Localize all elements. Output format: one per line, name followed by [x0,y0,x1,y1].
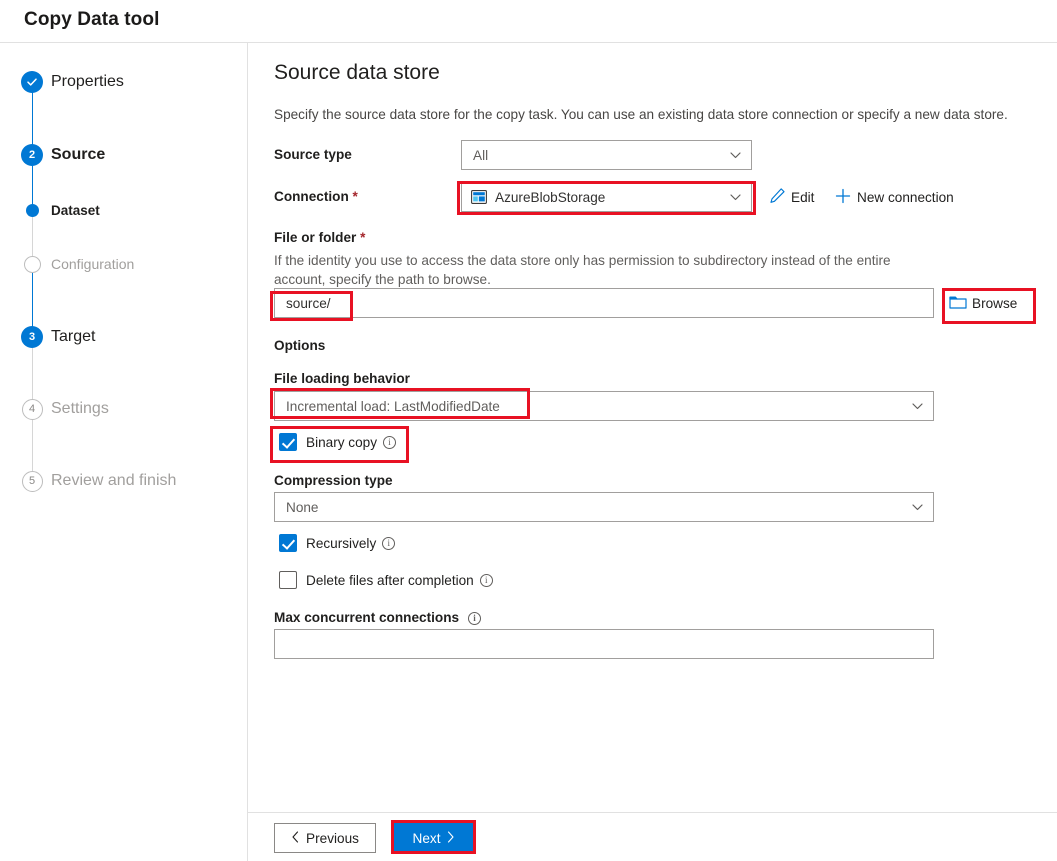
wizard-sidebar: Properties 2 Source Dataset Configuratio… [0,43,248,861]
chevron-down-icon [911,501,924,514]
page-title: Copy Data tool [24,9,160,30]
step-number-2: 2 [21,144,43,166]
chevron-down-icon [729,149,742,162]
sidebar-step-label-configuration: Configuration [51,256,135,272]
binary-copy-checkbox-row[interactable]: Binary copy i [279,433,397,451]
info-icon[interactable]: i [468,611,482,625]
copy-data-tool-window: Copy Data tool Properties 2 Source Datas… [0,0,1057,861]
folder-icon [949,294,967,313]
new-connection-label: New connection [857,189,954,205]
sidebar-step-label-source: Source [51,146,106,163]
chevron-right-icon [446,830,455,846]
check-icon [21,71,43,93]
source-type-dropdown[interactable]: All [461,140,752,170]
source-data-store-description: Specify the source data store for the co… [274,107,1008,122]
compression-type-value: None [286,499,319,515]
step-marker-source: 2 [20,143,44,167]
delete-files-checkbox[interactable] [279,571,297,589]
file-or-folder-help-text: If the identity you use to access the da… [274,253,891,287]
info-icon[interactable]: i [382,537,396,551]
chevron-left-icon [291,830,300,846]
delete-files-checkbox-row[interactable]: Delete files after completion i [279,571,493,589]
sidebar-step-label-dataset: Dataset [51,202,100,218]
options-section-label: Options [274,338,326,353]
sidebar-step-dataset[interactable]: Dataset [0,197,248,223]
required-marker: * [360,230,366,245]
compression-type-dropdown[interactable]: None [274,492,934,522]
plus-icon [834,187,852,208]
step-number-3: 3 [21,326,43,348]
step-marker-review: 5 [20,469,44,493]
browse-label: Browse [972,295,1018,311]
file-or-folder-label: File or folder * [274,230,365,245]
info-icon[interactable]: i [383,436,397,450]
circle-icon [23,255,41,273]
required-marker: * [352,189,358,204]
browse-button[interactable]: Browse [949,288,1017,318]
max-concurrent-connections-label: Max concurrent connections i [274,610,482,625]
sidebar-step-label-properties: Properties [51,73,124,90]
delete-files-label-text: Delete files after completion [306,572,474,588]
file-or-folder-label-text: File or folder [274,230,357,245]
recursively-label: Recursively i [306,535,396,551]
step-marker-settings: 4 [20,397,44,421]
sidebar-step-target[interactable]: 3 Target [0,324,248,350]
step-number-4: 4 [21,398,43,420]
file-or-folder-input[interactable]: source/ [274,288,934,318]
delete-files-label: Delete files after completion i [306,573,493,588]
source-type-label: Source type [274,147,352,162]
source-type-value: All [473,147,489,163]
recursively-label-text: Recursively [306,535,377,551]
sidebar-step-review-and-finish: 5 Review and finish [0,468,248,494]
next-label: Next [412,830,441,846]
binary-copy-label-text: Binary copy [306,434,378,450]
new-connection-button[interactable]: New connection [834,182,954,212]
sidebar-step-source[interactable]: 2 Source [0,142,248,168]
chevron-down-icon [729,191,742,204]
sidebar-step-label-review-and-finish: Review and finish [51,472,177,489]
file-or-folder-value: source/ [286,295,331,311]
recursively-checkbox[interactable] [279,534,297,552]
binary-copy-checkbox[interactable] [279,433,297,451]
step-marker-target: 3 [20,325,44,349]
file-loading-behavior-value: Incremental load: LastModifiedDate [286,398,500,414]
connection-label: Connection * [274,189,358,204]
sidebar-step-label-settings: Settings [51,400,109,417]
step-marker-properties [20,70,44,94]
file-loading-behavior-dropdown[interactable]: Incremental load: LastModifiedDate [274,391,934,421]
compression-type-label: Compression type [274,473,393,488]
file-loading-behavior-label: File loading behavior [274,371,410,386]
edit-connection-label: Edit [791,189,815,205]
sidebar-step-settings: 4 Settings [0,396,248,422]
chevron-down-icon [911,400,924,413]
window-header: Copy Data tool [0,0,1057,43]
sidebar-step-properties[interactable]: Properties [0,69,248,95]
sidebar-step-label-target: Target [51,328,96,345]
connection-dropdown[interactable]: AzureBlobStorage [461,182,752,212]
info-icon[interactable]: i [479,574,493,588]
step-marker-configuration [20,252,44,276]
wizard-footer: Previous Next [248,812,1057,861]
previous-label: Previous [306,830,359,846]
max-concurrent-connections-input[interactable] [274,629,934,659]
sidebar-step-configuration: Configuration [0,251,248,277]
step-marker-dataset [20,198,44,222]
max-concurrent-connections-label-text: Max concurrent connections [274,610,460,625]
wizard-steps: Properties 2 Source Dataset Configuratio… [0,43,248,861]
step-number-5: 5 [21,470,43,492]
dot-icon [25,203,39,217]
recursively-checkbox-row[interactable]: Recursively i [279,534,396,552]
binary-copy-label: Binary copy i [306,434,397,450]
previous-button[interactable]: Previous [274,823,376,853]
next-button[interactable]: Next [394,823,474,853]
edit-connection-button[interactable]: Edit [769,182,814,212]
main-panel: Source data store Specify the source dat… [248,43,1057,861]
azure-blob-icon [471,190,487,204]
connection-label-text: Connection [274,189,349,204]
pencil-icon [769,187,786,207]
source-data-store-title: Source data store [274,61,440,84]
